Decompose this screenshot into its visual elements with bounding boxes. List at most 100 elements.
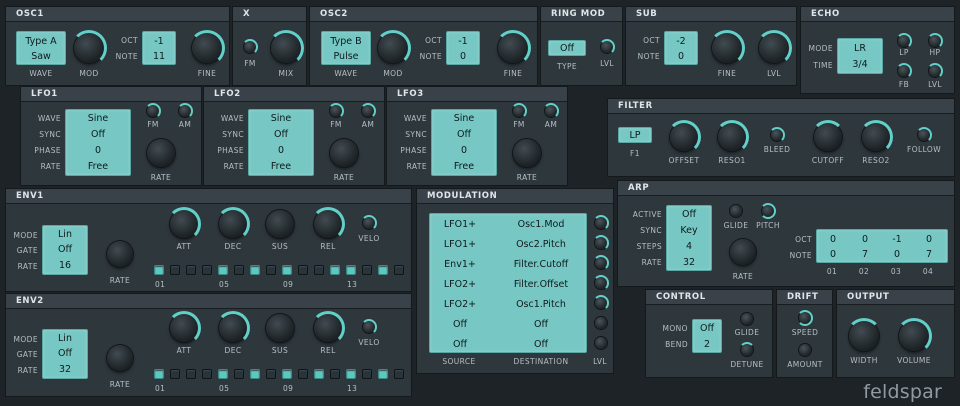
- osc1-octnote-display[interactable]: -1 11: [142, 31, 176, 65]
- env1-rel-knob[interactable]: [311, 207, 345, 241]
- env1-step-1[interactable]: [154, 265, 164, 275]
- filter-cutoff-knob[interactable]: [811, 120, 845, 151]
- env2-att-knob[interactable]: [167, 311, 201, 345]
- output-width-knob[interactable]: [846, 318, 882, 351]
- env2-step-15[interactable]: [378, 369, 388, 379]
- lfo2-display[interactable]: Sine Off 0 Free: [248, 109, 314, 176]
- env2-step-2[interactable]: [170, 369, 180, 379]
- drift-amount-knob[interactable]: [799, 344, 811, 356]
- env1-step-8[interactable]: [266, 265, 276, 275]
- env1-dec-knob[interactable]: [216, 207, 250, 241]
- env1-display[interactable]: Lin Off 16: [42, 225, 88, 275]
- osc2-fine-knob[interactable]: [495, 30, 531, 66]
- echo-display[interactable]: LR 3/4: [837, 38, 883, 74]
- echo-lp-knob[interactable]: [896, 33, 912, 49]
- env1-step-4[interactable]: [202, 265, 212, 275]
- env1-att-knob[interactable]: [167, 207, 201, 241]
- mod-level-knob-1[interactable]: [593, 215, 609, 231]
- env1-sus-knob[interactable]: [266, 210, 294, 238]
- mod-source-4[interactable]: LFO2+: [434, 279, 486, 290]
- env1-step-2[interactable]: [170, 265, 180, 275]
- sub-octnote-display[interactable]: -2 0: [664, 31, 698, 65]
- mod-destination-3[interactable]: Filter.Cutoff: [496, 259, 586, 270]
- lfo2-rate-knob[interactable]: [330, 139, 358, 167]
- mod-source-6[interactable]: Off: [434, 319, 486, 330]
- filter-reso2-knob[interactable]: [859, 120, 893, 154]
- mod-level-knob-7[interactable]: [595, 337, 607, 349]
- osc1-fine-knob[interactable]: [189, 30, 225, 66]
- env2-step-9[interactable]: [282, 369, 292, 379]
- env2-step-3[interactable]: [186, 369, 196, 379]
- mod-destination-1[interactable]: Osc1.Mod: [496, 219, 586, 230]
- env1-velo-knob[interactable]: [361, 215, 377, 231]
- env2-step-8[interactable]: [266, 369, 276, 379]
- env2-step-1[interactable]: [154, 369, 164, 379]
- osc1-mod-knob[interactable]: [71, 30, 107, 66]
- env1-rate-knob[interactable]: [107, 241, 133, 267]
- mod-source-7[interactable]: Off: [434, 339, 486, 350]
- arp-note-step-4[interactable]: 7: [913, 249, 945, 260]
- lfo1-am-knob[interactable]: [177, 103, 193, 119]
- lfo2-fm-knob[interactable]: [328, 103, 344, 119]
- echo-lvl-knob[interactable]: [927, 63, 943, 79]
- sub-fine-knob[interactable]: [709, 30, 745, 66]
- env2-step-4[interactable]: [202, 369, 212, 379]
- mod-source-1[interactable]: LFO1+: [434, 219, 486, 230]
- env1-step-3[interactable]: [186, 265, 196, 275]
- osc1-wave-display[interactable]: Type A Saw: [16, 31, 66, 65]
- mod-source-2[interactable]: LFO1+: [434, 239, 486, 250]
- echo-fb-knob[interactable]: [896, 63, 912, 79]
- mod-source-5[interactable]: LFO2+: [434, 299, 486, 310]
- mod-destination-2[interactable]: Osc2.Pitch: [496, 239, 586, 250]
- env2-rate-knob[interactable]: [107, 345, 133, 371]
- filter-offset-knob[interactable]: [667, 120, 701, 154]
- env2-step-16[interactable]: [394, 369, 404, 379]
- env2-step-14[interactable]: [362, 369, 372, 379]
- drift-speed-knob[interactable]: [797, 310, 813, 326]
- env2-rel-knob[interactable]: [311, 311, 345, 345]
- control-detune-knob[interactable]: [739, 342, 755, 356]
- env2-step-7[interactable]: [250, 369, 260, 379]
- lfo1-display[interactable]: Sine Off 0 Free: [65, 109, 131, 176]
- arp-note-step-2[interactable]: 7: [849, 249, 881, 260]
- mod-source-3[interactable]: Env1+: [434, 259, 486, 270]
- modulation-matrix-display[interactable]: LFO1+ Osc1.Mod LFO1+ Osc2.Pitch Env1+ Filter.…: [429, 213, 587, 353]
- arp-oct-step-4[interactable]: 0: [913, 234, 945, 245]
- sub-lvl-knob[interactable]: [756, 30, 792, 66]
- env2-step-10[interactable]: [298, 369, 308, 379]
- lfo3-am-knob[interactable]: [543, 103, 559, 119]
- lfo2-am-knob[interactable]: [360, 103, 376, 119]
- lfo3-fm-knob[interactable]: [511, 103, 527, 119]
- arp-oct-step-2[interactable]: 0: [849, 234, 881, 245]
- env2-dec-knob[interactable]: [216, 311, 250, 345]
- mod-level-knob-3[interactable]: [593, 255, 609, 271]
- env2-step-12[interactable]: [330, 369, 340, 379]
- osc2-mod-knob[interactable]: [375, 30, 411, 66]
- osc2-wave-display[interactable]: Type B Pulse: [321, 31, 371, 65]
- lfo3-rate-knob[interactable]: [513, 139, 541, 167]
- echo-hp-knob[interactable]: [927, 33, 943, 49]
- arp-oct-step-3[interactable]: -1: [881, 234, 913, 245]
- arp-sequence-display[interactable]: 0 0 0 7 -1 0 0 7: [816, 229, 948, 263]
- env1-step-10[interactable]: [298, 265, 308, 275]
- env2-step-6[interactable]: [234, 369, 244, 379]
- env1-step-5[interactable]: [218, 265, 228, 275]
- arp-note-step-3[interactable]: 0: [881, 249, 913, 260]
- lfo1-fm-knob[interactable]: [145, 103, 161, 119]
- mod-destination-5[interactable]: Osc1.Pitch: [496, 299, 586, 310]
- ringmod-type-display[interactable]: Off: [548, 40, 586, 56]
- env1-step-9[interactable]: [282, 265, 292, 275]
- env1-step-16[interactable]: [394, 265, 404, 275]
- env1-step-7[interactable]: [250, 265, 260, 275]
- arp-glide-knob[interactable]: [730, 205, 742, 217]
- env1-step-6[interactable]: [234, 265, 244, 275]
- env2-step-13[interactable]: [346, 369, 356, 379]
- env2-step-11[interactable]: [314, 369, 324, 379]
- output-volume-knob[interactable]: [896, 318, 932, 354]
- mod-level-knob-2[interactable]: [593, 235, 609, 251]
- arp-oct-step-1[interactable]: 0: [817, 234, 849, 245]
- env1-step-12[interactable]: [330, 265, 340, 275]
- mod-destination-7[interactable]: Off: [496, 339, 586, 350]
- x-mix-knob[interactable]: [268, 30, 304, 66]
- lfo3-display[interactable]: Sine Off 0 Free: [431, 109, 497, 176]
